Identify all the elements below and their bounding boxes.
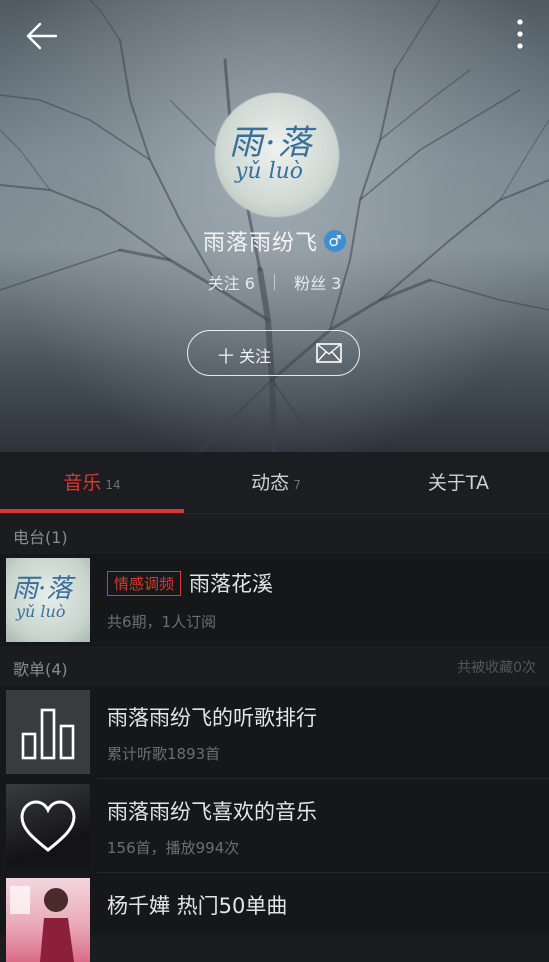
follow-stats: 关注 6 粉丝 3	[0, 270, 549, 296]
playlist-title: 雨落雨纷飞喜欢的音乐	[107, 800, 317, 824]
message-mail-icon[interactable]	[316, 342, 342, 364]
row-divider	[97, 872, 549, 873]
active-tab-indicator	[0, 509, 184, 513]
album-cover-icon	[10, 886, 74, 962]
playlist-subtitle: 累计听歌1893首	[107, 745, 221, 763]
username: 雨落雨纷飞	[202, 231, 318, 256]
tab-activity[interactable]: 动态 7	[184, 452, 368, 514]
stats-divider	[274, 274, 275, 290]
username-row: 雨落雨纷飞 ♂	[0, 225, 549, 259]
playlist-title: 雨落雨纷飞的听歌排行	[107, 706, 317, 730]
radio-section-title: 电台(1)	[13, 528, 68, 547]
tab-about[interactable]: 关于TA	[368, 452, 549, 514]
playlist-subtitle: 156首，播放994次	[107, 839, 240, 857]
radio-list-item[interactable]: 雨·落 yǔ luò 情感调频 雨落花溪 共6期，1人订阅	[0, 554, 549, 646]
radio-title-row: 情感调频 雨落花溪	[107, 568, 273, 598]
tab-about-label: 关于TA	[427, 472, 490, 494]
profile-header: 雨·落 yǔ luò 雨落雨纷飞 ♂ 关注 6 粉丝 3 十 关注	[0, 0, 549, 452]
playlist-item-favorites[interactable]: 雨落雨纷飞喜欢的音乐 156首，播放994次	[0, 780, 549, 874]
playlist-item-album[interactable]: 杨千嬅 热门50单曲	[0, 874, 549, 962]
fans-count[interactable]: 粉丝 3	[294, 274, 341, 293]
playlist-title: 杨千嬅 热门50单曲	[107, 894, 288, 918]
bar-chart-icon	[21, 708, 75, 760]
radio-thumbnail: 雨·落 yǔ luò	[6, 558, 90, 642]
playlist-collect-count: 共被收藏0次	[457, 660, 536, 676]
playlist-item-rank[interactable]: 雨落雨纷飞的听歌排行 累计听歌1893首	[0, 686, 549, 780]
radio-category-tag: 情感调频	[107, 570, 182, 596]
tab-music[interactable]: 音乐 14	[0, 452, 184, 514]
playlist-section-title: 歌单(4)	[13, 660, 68, 679]
follow-button[interactable]: 十 关注	[187, 330, 360, 376]
user-avatar[interactable]: 雨·落 yǔ luò	[215, 93, 339, 217]
radio-thumb-text-top: 雨·落	[12, 574, 73, 604]
tab-music-count: 14	[105, 478, 121, 492]
heart-icon	[20, 800, 76, 852]
more-options-icon[interactable]	[506, 16, 534, 56]
avatar-text-bottom: yǔ luò	[235, 159, 304, 184]
playlist-section-header: 歌单(4) 共被收藏0次	[0, 646, 549, 686]
avatar-text-top: 雨·落	[229, 123, 314, 163]
radio-subtitle: 共6期，1人订阅	[107, 613, 217, 631]
back-arrow-icon[interactable]	[22, 16, 62, 56]
radio-section-header: 电台(1)	[0, 514, 549, 554]
favorites-thumbnail	[6, 784, 90, 868]
following-count[interactable]: 关注 6	[208, 274, 255, 293]
rank-thumbnail	[6, 690, 90, 774]
tab-activity-label: 动态	[251, 472, 290, 494]
radio-thumb-text-bottom: yǔ luò	[16, 602, 66, 621]
follow-button-label: 十 关注	[218, 347, 272, 366]
tab-music-label: 音乐	[63, 472, 102, 494]
male-gender-icon: ♂	[324, 230, 346, 252]
profile-tabs: 音乐 14 动态 7 关于TA	[0, 452, 549, 514]
radio-title: 雨落花溪	[189, 572, 274, 596]
album-cover-thumbnail	[6, 878, 90, 962]
row-divider	[97, 778, 549, 779]
tab-activity-count: 7	[293, 478, 301, 492]
